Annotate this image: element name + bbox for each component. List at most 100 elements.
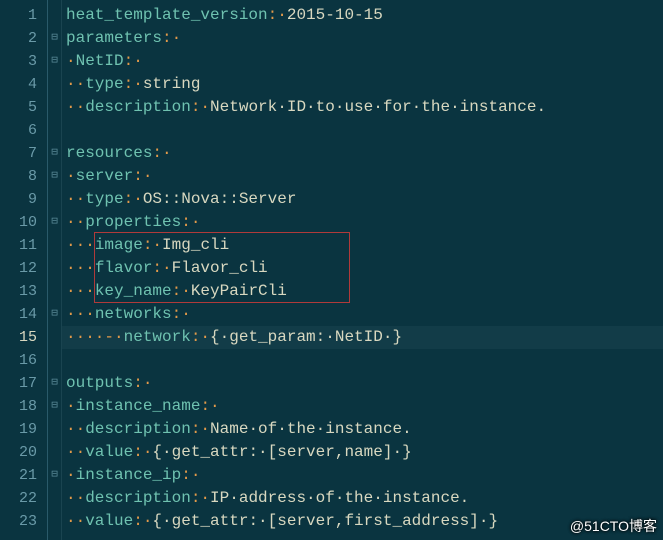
yaml-key: flavor xyxy=(95,259,153,277)
code-line: ··properties:· xyxy=(66,211,663,234)
yaml-key: server xyxy=(76,167,134,185)
line-number: 13 xyxy=(0,280,47,303)
fold-marker xyxy=(48,73,61,96)
indent-dots: ··· xyxy=(66,259,95,277)
fold-marker xyxy=(48,280,61,303)
yaml-key: key_name xyxy=(95,282,172,300)
indent-dots: ···· xyxy=(66,328,104,346)
line-number: 8 xyxy=(0,165,47,188)
line-number: 16 xyxy=(0,349,47,372)
line-number: 15 xyxy=(0,326,47,349)
fold-marker[interactable]: ⊟ xyxy=(48,50,61,73)
line-number: 5 xyxy=(0,96,47,119)
yaml-value: {·get_attr:·[server,first_address]·} xyxy=(152,512,498,530)
fold-marker[interactable]: ⊟ xyxy=(48,372,61,395)
watermark-text: @51CTO博客 xyxy=(570,516,657,536)
code-line: heat_template_version:·2015-10-15 xyxy=(66,4,663,27)
yaml-sep: :· xyxy=(191,328,210,346)
indent-dots: · xyxy=(66,167,76,185)
code-line: ·server:· xyxy=(66,165,663,188)
yaml-key: instance_ip xyxy=(76,466,182,484)
fold-marker[interactable]: ⊟ xyxy=(48,165,61,188)
line-number-gutter: 1234567891011121314151617181920212223 xyxy=(0,0,48,540)
fold-marker xyxy=(48,510,61,533)
fold-marker xyxy=(48,188,61,211)
fold-marker xyxy=(48,119,61,142)
yaml-value: IP·address·of·the·instance. xyxy=(210,489,469,507)
yaml-key: network xyxy=(124,328,191,346)
code-line xyxy=(66,349,663,372)
fold-marker xyxy=(48,234,61,257)
code-line: resources:· xyxy=(66,142,663,165)
yaml-key: type xyxy=(85,75,123,93)
code-line: ····-·network:·{·get_param:·NetID·} xyxy=(66,326,663,349)
yaml-value: OS::Nova::Server xyxy=(143,190,297,208)
yaml-sep: :· xyxy=(172,282,191,300)
indent-dots: ·· xyxy=(66,75,85,93)
indent-dots: ··· xyxy=(66,236,95,254)
fold-marker[interactable]: ⊟ xyxy=(48,303,61,326)
indent-dots: · xyxy=(66,52,76,70)
yaml-key: value xyxy=(85,512,133,530)
code-line: ·instance_name:· xyxy=(66,395,663,418)
fold-marker xyxy=(48,349,61,372)
yaml-sep: :· xyxy=(191,420,210,438)
line-number: 6 xyxy=(0,119,47,142)
fold-marker xyxy=(48,487,61,510)
yaml-sep: :· xyxy=(191,98,210,116)
fold-marker xyxy=(48,418,61,441)
line-number: 2 xyxy=(0,27,47,50)
code-line: ··description:·Network·ID·to·use·for·the… xyxy=(66,96,663,119)
yaml-key: heat_template_version xyxy=(66,6,268,24)
line-number: 20 xyxy=(0,441,47,464)
indent-dots: ··· xyxy=(66,282,95,300)
fold-marker[interactable]: ⊟ xyxy=(48,464,61,487)
yaml-sep: :· xyxy=(124,52,143,70)
yaml-value: KeyPairCli xyxy=(191,282,287,300)
line-number: 19 xyxy=(0,418,47,441)
yaml-sep: :· xyxy=(133,374,152,392)
yaml-sep: :· xyxy=(152,259,171,277)
yaml-value: string xyxy=(143,75,201,93)
code-line: ··type:·string xyxy=(66,73,663,96)
yaml-sep: :· xyxy=(124,190,143,208)
indent-dots: ··· xyxy=(66,305,95,323)
yaml-value: Flavor_cli xyxy=(172,259,268,277)
line-number: 23 xyxy=(0,510,47,533)
yaml-sep: :· xyxy=(268,6,287,24)
yaml-key: image xyxy=(95,236,143,254)
yaml-key: type xyxy=(85,190,123,208)
code-line: ··description:·IP·address·of·the·instanc… xyxy=(66,487,663,510)
fold-marker[interactable]: ⊟ xyxy=(48,211,61,234)
yaml-key: description xyxy=(85,420,191,438)
code-line: ··description:·Name·of·the·instance. xyxy=(66,418,663,441)
code-line: outputs:· xyxy=(66,372,663,395)
yaml-value: 2015-10-15 xyxy=(287,6,383,24)
line-number: 10 xyxy=(0,211,47,234)
yaml-key: instance_name xyxy=(76,397,201,415)
fold-marker[interactable]: ⊟ xyxy=(48,27,61,50)
fold-marker[interactable]: ⊟ xyxy=(48,395,61,418)
fold-marker[interactable]: ⊟ xyxy=(48,142,61,165)
yaml-key: NetID xyxy=(76,52,124,70)
yaml-sep: :· xyxy=(143,236,162,254)
indent-dots: ·· xyxy=(66,420,85,438)
line-number: 12 xyxy=(0,257,47,280)
yaml-sep: :· xyxy=(133,443,152,461)
yaml-sep: :· xyxy=(200,397,219,415)
yaml-value: {·get_param:·NetID·} xyxy=(210,328,402,346)
yaml-value: {·get_attr:·[server,name]·} xyxy=(152,443,411,461)
yaml-key: outputs xyxy=(66,374,133,392)
fold-column: ⊟⊟⊟⊟⊟⊟⊟⊟⊟ xyxy=(48,0,62,540)
indent-dots: ·· xyxy=(66,512,85,530)
yaml-sep: :· xyxy=(181,213,200,231)
fold-marker xyxy=(48,441,61,464)
code-area[interactable]: heat_template_version:·2015-10-15paramet… xyxy=(62,0,663,540)
fold-marker xyxy=(48,96,61,119)
indent-dots: ·· xyxy=(66,489,85,507)
line-number: 22 xyxy=(0,487,47,510)
code-line: ··value:·{·get_attr:·[server,name]·} xyxy=(66,441,663,464)
yaml-value: Name·of·the·instance. xyxy=(210,420,412,438)
line-number: 9 xyxy=(0,188,47,211)
code-line: ·NetID:· xyxy=(66,50,663,73)
